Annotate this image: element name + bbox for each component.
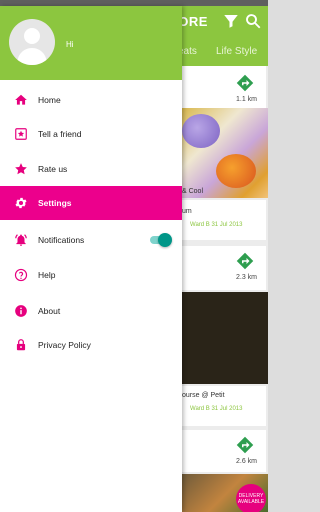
distance-label: 1.1 km (236, 96, 258, 103)
distance-label: 2.6 km (236, 458, 258, 465)
menu-item-tell-a-friend[interactable]: Tell a friend (0, 117, 182, 151)
menu-item-about[interactable]: About (0, 294, 182, 328)
filter-icon[interactable] (222, 12, 240, 30)
listing-image[interactable] (180, 292, 268, 384)
menu-label: Settings (38, 198, 72, 208)
listing-title: um (182, 208, 192, 215)
list-item[interactable]: 2.3 km (180, 246, 266, 290)
menu-label: Rate us (38, 164, 68, 174)
list-item[interactable]: 2.6 km (180, 430, 266, 472)
menu-item-home[interactable]: Home (0, 83, 182, 117)
star-icon (15, 163, 27, 175)
menu-label: Notifications (38, 235, 85, 245)
gear-icon (15, 197, 27, 209)
drawer-header: Hi (0, 6, 182, 80)
directions-icon[interactable] (236, 252, 254, 270)
toggle-thumb (158, 233, 172, 247)
alarm-bell-icon (15, 234, 27, 246)
menu-item-settings[interactable]: Settings (0, 186, 182, 220)
star-box-icon (15, 128, 27, 140)
list-item[interactable]: ourse @ Petit Ward B 31 Jul 2013 (180, 386, 266, 426)
listing-meta: Ward B 31 Jul 2013 (190, 222, 243, 228)
help-circle-icon (14, 268, 28, 282)
search-icon[interactable] (244, 12, 262, 30)
tab-life-style[interactable]: Life Style (216, 46, 257, 57)
notifications-toggle[interactable] (150, 233, 172, 247)
delivery-badge: DELIVERY AVAILABLE (236, 484, 266, 512)
avatar[interactable] (9, 19, 55, 65)
distance-label: 2.3 km (236, 274, 258, 281)
home-icon (15, 94, 27, 105)
menu-label: Home (38, 95, 61, 105)
lock-icon (16, 339, 26, 351)
list-item[interactable]: 1.1 km (180, 66, 266, 108)
user-silhouette-icon (17, 28, 47, 65)
listing-title: ourse @ Petit (182, 392, 225, 399)
directions-icon[interactable] (236, 436, 254, 454)
menu-item-privacy-policy[interactable]: Privacy Policy (0, 328, 182, 362)
listing-image[interactable] (180, 108, 268, 198)
menu-item-help[interactable]: Help (0, 258, 182, 292)
listing-meta: Ward B 31 Jul 2013 (190, 406, 243, 412)
menu-label: About (38, 306, 61, 316)
user-greeting: Hi (66, 40, 74, 49)
list-item[interactable]: um Ward B 31 Jul 2013 (180, 200, 266, 240)
menu-item-notifications[interactable]: Notifications (0, 223, 182, 257)
listing-title: & Cool (182, 188, 204, 195)
menu-label: Help (38, 270, 56, 280)
info-icon (15, 305, 27, 317)
menu-item-rate-us[interactable]: Rate us (0, 152, 182, 186)
directions-icon[interactable] (236, 74, 254, 92)
menu-label: Tell a friend (38, 129, 82, 139)
navigation-drawer: Hi Home Tell a friend Rate us Settings N… (0, 6, 182, 512)
menu-label: Privacy Policy (38, 340, 91, 350)
